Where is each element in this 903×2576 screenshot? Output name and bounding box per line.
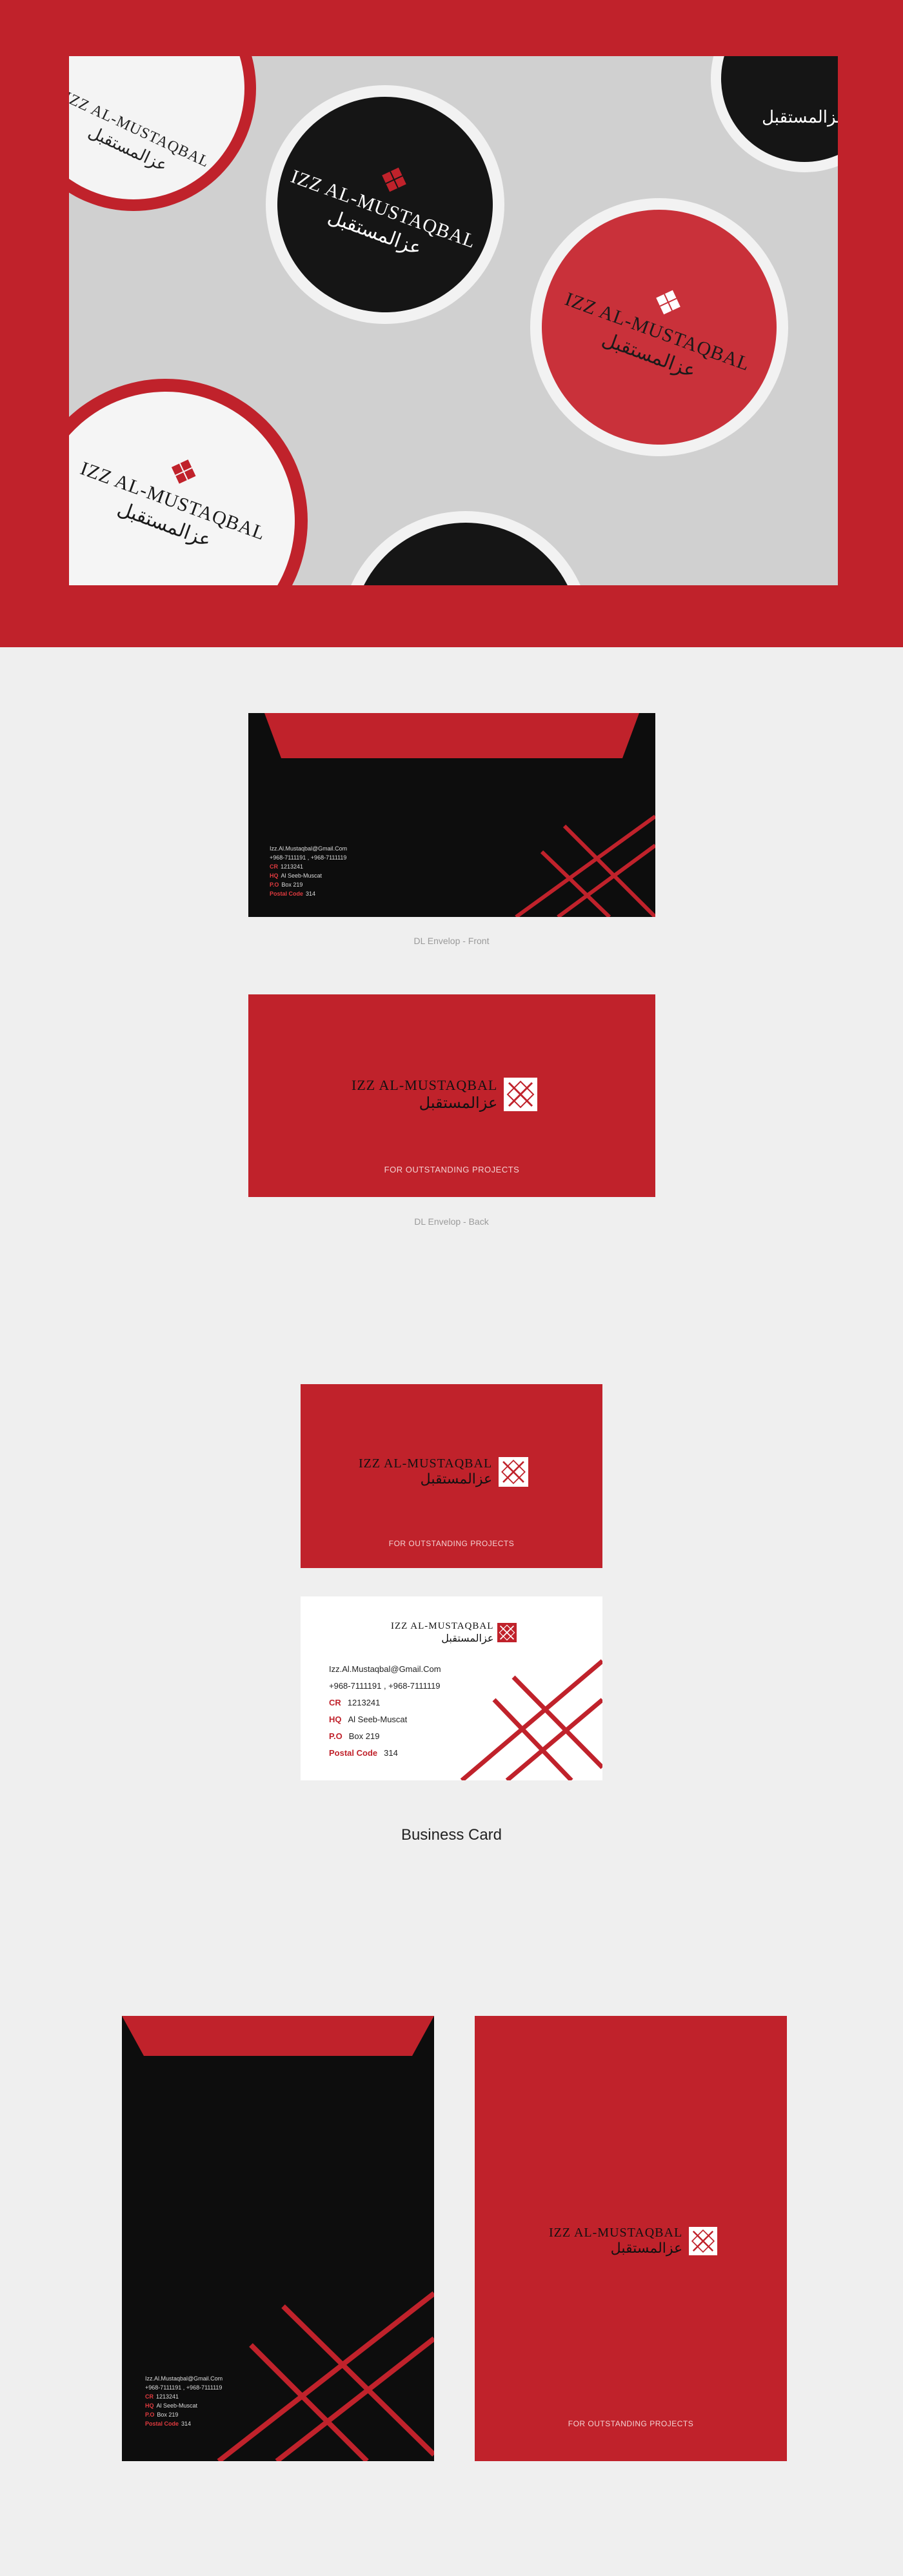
sticker-black-bottom <box>340 511 591 585</box>
contact-phones: +968-7111191 , +968-7111119 <box>329 1681 441 1691</box>
contact-postal-label: Postal Code <box>145 2420 179 2427</box>
logo-diamond-icon <box>497 1623 517 1642</box>
card-contact-block: Izz.Al.Mustaqbal@Gmail.Com +968-7111191 … <box>329 1661 441 1762</box>
contact-postal-label: Postal Code <box>270 891 304 897</box>
logo-diamond-icon <box>499 1457 529 1487</box>
tagline: FOR OUTSTANDING PROJECTS <box>568 2419 694 2428</box>
brand-name: IZZ AL-MUSTAQBAL <box>391 1621 494 1631</box>
caption-envelope-back: DL Envelop - Back <box>414 1216 489 1227</box>
brand-name-arabic: عزالمستقبل <box>610 2240 683 2257</box>
large-envelope-back: IZZ AL-MUSTAQBAL عزالمستقبل FOR OUTSTAND… <box>475 2016 787 2461</box>
large-envelope-front: Izz.Al.Mustaqbal@Gmail.Com +968-7111191 … <box>122 2016 434 2461</box>
caption-envelope-front: DL Envelop - Front <box>413 936 490 946</box>
contact-po-label: P.O <box>329 1731 342 1741</box>
sticker-mockup-photo: IZZ AL-MUSTAQBAL عزالمستقبل IZZ AL-MUSTA… <box>69 56 838 585</box>
contact-phones: +968-7111191 , +968-7111119 <box>145 2384 223 2391</box>
logo-diamond-icon <box>504 1078 538 1111</box>
logo-diamond-icon <box>689 2227 718 2255</box>
contact-cr-label: CR <box>329 1698 341 1707</box>
contact-hq-label: HQ <box>329 1715 342 1724</box>
contact-email: Izz.Al.Mustaqbal@Gmail.Com <box>145 2375 223 2382</box>
brand-name-arabic: عزالمستقبل <box>441 1632 494 1644</box>
contact-hq-value: Al Seeb-Muscat <box>348 1715 408 1724</box>
tagline: FOR OUTSTANDING PROJECTS <box>384 1165 520 1174</box>
sticker-black-center: IZZ AL-MUSTAQBAL عزالمستقبل <box>266 85 504 324</box>
contact-email: Izz.Al.Mustaqbal@Gmail.Com <box>270 845 348 852</box>
contact-email: Izz.Al.Mustaqbal@Gmail.Com <box>329 1664 441 1674</box>
hero-banner: IZZ AL-MUSTAQBAL عزالمستقبل IZZ AL-MUSTA… <box>0 0 903 647</box>
contact-po-value: Box 219 <box>348 1731 380 1741</box>
contact-cr-value: 1213241 <box>281 863 304 870</box>
contact-cr-value: 1213241 <box>156 2393 179 2400</box>
contact-hq-label: HQ <box>145 2402 154 2409</box>
contact-cr-value: 1213241 <box>347 1698 381 1707</box>
contact-postal-value: 314 <box>384 1748 398 1758</box>
sticker-brand-arabic: عزالمستقبل <box>762 108 838 127</box>
caption-business-card: Business Card <box>401 1826 502 1844</box>
tagline: FOR OUTSTANDING PROJECTS <box>388 1539 515 1548</box>
brand-name: IZZ AL-MUSTAQBAL <box>549 2226 683 2240</box>
envelope-contact-block: Izz.Al.Mustaqbal@Gmail.Com +968-7111191 … <box>145 2374 223 2428</box>
dl-envelope-front: Izz.Al.Mustaqbal@Gmail.Com +968-7111191 … <box>248 713 655 917</box>
envelope-contact-block: Izz.Al.Mustaqbal@Gmail.Com +968-7111191 … <box>270 844 347 898</box>
brand-name-arabic: عزالمستقبل <box>419 1094 498 1112</box>
brand-name: IZZ AL-MUSTAQBAL <box>352 1077 498 1093</box>
contact-cr-label: CR <box>145 2393 154 2400</box>
brand-lockup: IZZ AL-MUSTAQBAL عزالمستقبل <box>359 1456 529 1487</box>
contact-postal-value: 314 <box>181 2420 192 2427</box>
contact-cr-label: CR <box>270 863 278 870</box>
brand-lockup: IZZ AL-MUSTAQBAL عزالمستقبل <box>549 2226 718 2257</box>
brand-lockup: IZZ AL-MUSTAQBAL عزالمستقبل <box>352 1077 538 1112</box>
sticker-black-top-right: عزالمستقبل <box>711 56 838 172</box>
sticker-white-top-left: IZZ AL-MUSTAQBAL عزالمستقبل <box>69 56 256 211</box>
dl-envelope-back: IZZ AL-MUSTAQBAL عزالمستقبل FOR OUTSTAND… <box>248 994 655 1197</box>
brand-name-arabic: عزالمستقبل <box>420 1471 493 1487</box>
brand-lockup: IZZ AL-MUSTAQBAL عزالمستقبل <box>391 1621 517 1644</box>
contact-po-label: P.O <box>145 2411 155 2418</box>
business-card-back: IZZ AL-MUSTAQBAL عزالمستقبل Izz.Al.Musta… <box>301 1596 602 1780</box>
contact-phones: +968-7111191 , +968-7111119 <box>270 854 347 861</box>
logo-diamond-icon <box>656 290 680 314</box>
contact-postal-label: Postal Code <box>329 1748 378 1758</box>
contact-po-value: Box 219 <box>281 881 303 888</box>
business-card-front: IZZ AL-MUSTAQBAL عزالمستقبل FOR OUTSTAND… <box>301 1384 602 1568</box>
sticker-white-bottom-left: IZZ AL-MUSTAQBAL عزالمستقبل <box>69 379 308 585</box>
contact-po-label: P.O <box>270 881 279 888</box>
contact-hq-value: Al Seeb-Muscat <box>281 872 322 879</box>
contact-hq-label: HQ <box>270 872 279 879</box>
sticker-red-right: IZZ AL-MUSTAQBAL عزالمستقبل <box>530 198 788 456</box>
brand-name: IZZ AL-MUSTAQBAL <box>359 1456 493 1471</box>
contact-postal-value: 314 <box>306 891 316 897</box>
contact-hq-value: Al Seeb-Muscat <box>156 2402 198 2409</box>
logo-diamond-icon <box>172 459 196 484</box>
logo-diamond-icon <box>382 167 406 192</box>
contact-po-value: Box 219 <box>157 2411 179 2418</box>
